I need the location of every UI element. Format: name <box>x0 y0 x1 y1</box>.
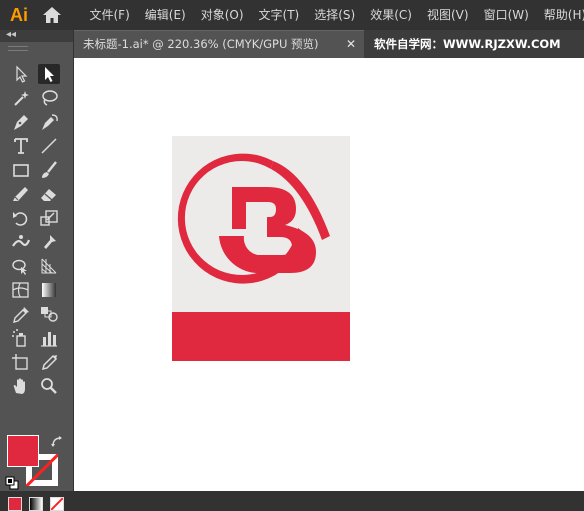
rectangle-tool-icon[interactable] <box>10 160 32 180</box>
document-tab-bar: 未标题-1.ai* @ 220.36% (CMYK/GPU 预览) ✕ 软件自学… <box>74 30 584 58</box>
direct-selection-tool-icon[interactable] <box>38 64 60 84</box>
gradient-mode-button[interactable] <box>29 497 43 511</box>
type-tool-icon[interactable] <box>10 136 32 156</box>
menu-help[interactable]: 帮助(H) <box>536 0 584 30</box>
blend-tool-icon[interactable] <box>38 304 60 324</box>
menu-bar: Ai 文件(F) 编辑(E) 对象(O) 文字(T) 选择(S) 效果(C) 视… <box>0 0 584 30</box>
selection-tool-icon[interactable] <box>10 64 32 84</box>
eyedropper-tool-icon[interactable] <box>10 304 32 324</box>
gradient-tool-icon[interactable] <box>38 280 60 300</box>
menu-items: 文件(F) 编辑(E) 对象(O) 文字(T) 选择(S) 效果(C) 视图(V… <box>82 0 584 30</box>
hand-tool-icon[interactable] <box>10 376 32 396</box>
eraser-tool-icon[interactable] <box>38 184 60 204</box>
collapse-panel-icon[interactable]: ◂◂ <box>6 28 16 42</box>
artboard-tool-icon[interactable] <box>10 352 32 372</box>
menu-file[interactable]: 文件(F) <box>82 0 137 30</box>
pen-tool-icon[interactable] <box>10 112 32 132</box>
document-tab-label: 未标题-1.ai* @ 220.36% (CMYK/GPU 预览) <box>83 37 319 51</box>
logo-artwork[interactable] <box>172 136 350 312</box>
shape-builder-tool-icon[interactable] <box>10 256 32 276</box>
canvas[interactable] <box>74 58 584 491</box>
tools-panel: ◂◂ <box>0 28 73 511</box>
panel-header: ◂◂ <box>0 28 73 42</box>
default-colors-icon[interactable] <box>5 475 19 490</box>
menu-window[interactable]: 窗口(W) <box>476 0 536 30</box>
menu-type[interactable]: 文字(T) <box>251 0 307 30</box>
line-segment-tool-icon[interactable] <box>38 136 60 156</box>
mesh-tool-icon[interactable] <box>10 280 32 300</box>
paintbrush-tool-icon[interactable] <box>38 160 60 180</box>
color-mode-button[interactable] <box>8 497 22 511</box>
home-icon[interactable] <box>42 6 62 24</box>
shaper-tool-icon[interactable] <box>10 184 32 204</box>
none-mode-button[interactable] <box>50 497 64 511</box>
document-tab[interactable]: 未标题-1.ai* @ 220.36% (CMYK/GPU 预览) ✕ <box>74 30 364 58</box>
symbol-sprayer-tool-icon[interactable] <box>10 328 32 348</box>
zoom-tool-icon[interactable] <box>38 376 60 396</box>
panel-grip[interactable] <box>8 46 28 51</box>
menu-edit[interactable]: 编辑(E) <box>137 0 193 30</box>
rotate-tool-icon[interactable] <box>10 208 32 228</box>
menu-view[interactable]: 视图(V) <box>419 0 476 30</box>
swap-fill-stroke-icon[interactable] <box>50 434 64 448</box>
menu-object[interactable]: 对象(O) <box>193 0 251 30</box>
red-bottom-bar[interactable] <box>172 312 350 361</box>
menu-effect[interactable]: 效果(C) <box>363 0 420 30</box>
fill-color-swatch[interactable] <box>7 435 39 467</box>
letter-b-shape <box>219 187 316 273</box>
watermark-text: 软件自学网：WWW.RJZXW.COM <box>374 37 561 51</box>
column-graph-tool-icon[interactable] <box>38 328 60 348</box>
lasso-tool-icon[interactable] <box>38 88 60 108</box>
perspective-grid-tool-icon[interactable] <box>38 256 60 276</box>
scale-tool-icon[interactable] <box>38 208 60 228</box>
close-icon[interactable]: ✕ <box>346 31 356 58</box>
width-tool-icon[interactable] <box>10 232 32 252</box>
magic-wand-tool-icon[interactable] <box>10 88 32 108</box>
puppet-warp-tool-icon[interactable] <box>38 232 60 252</box>
menu-select[interactable]: 选择(S) <box>307 0 363 30</box>
curvature-tool-icon[interactable] <box>38 112 60 132</box>
app-logo: Ai <box>10 5 28 25</box>
slice-tool-icon[interactable] <box>38 352 60 372</box>
